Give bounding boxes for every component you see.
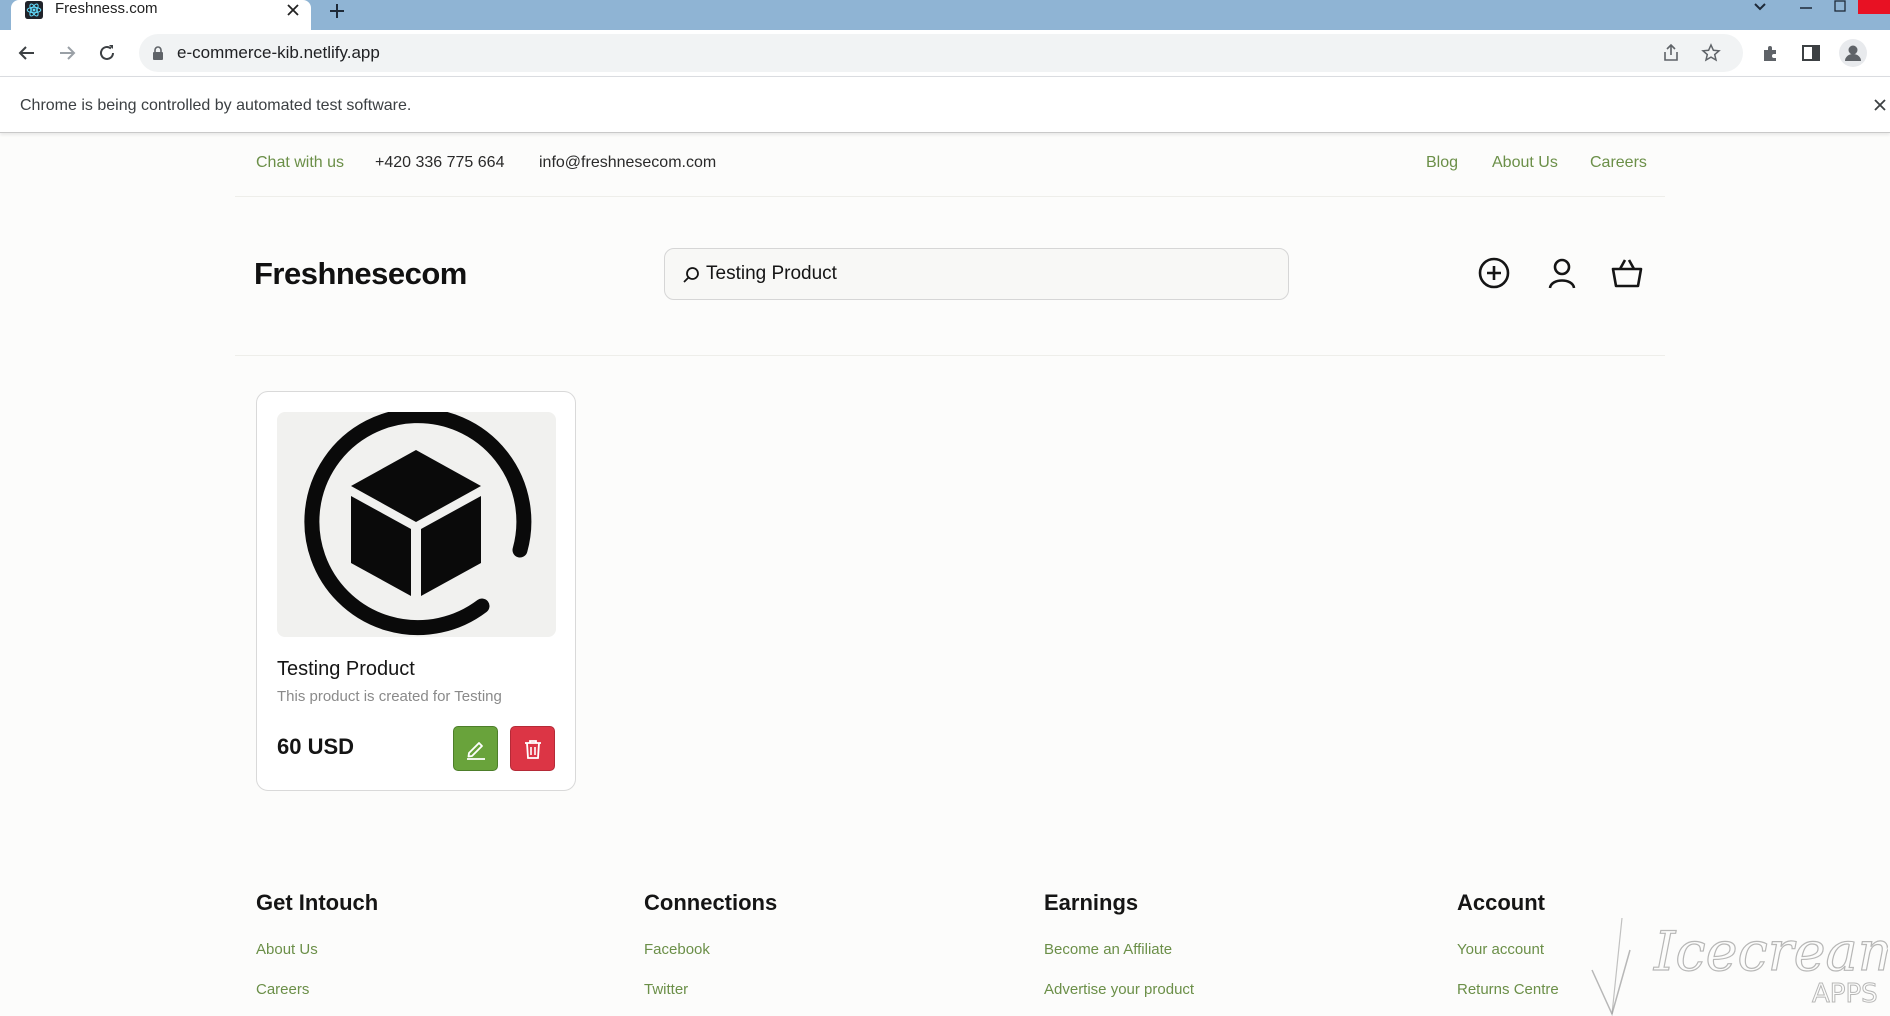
- infobar-close-icon[interactable]: [1872, 97, 1888, 113]
- browser-tab[interactable]: Freshness.com: [11, 0, 311, 30]
- new-tab-icon[interactable]: [327, 1, 347, 21]
- search-box[interactable]: [664, 248, 1289, 300]
- profile-avatar-icon[interactable]: [1838, 38, 1868, 68]
- bookmark-star-icon[interactable]: [1701, 43, 1721, 63]
- add-product-icon[interactable]: [1477, 256, 1511, 290]
- svg-text:Icecream: Icecream: [1653, 920, 1888, 983]
- automation-infobar: Chrome is being controlled by automated …: [0, 76, 1890, 133]
- chat-link[interactable]: Chat with us: [256, 133, 344, 193]
- email-address: info@freshnesecom.com: [539, 154, 717, 171]
- footer-column-earnings: Earnings: [1044, 888, 1138, 918]
- careers-link[interactable]: Careers: [1590, 133, 1647, 193]
- forward-arrow-icon[interactable]: [56, 42, 78, 64]
- product-price: 60 USD: [277, 734, 355, 759]
- footer-column-account: Account: [1457, 888, 1545, 918]
- product-card[interactable]: Testing Product This product is created …: [256, 391, 576, 791]
- divider: [235, 355, 1665, 356]
- shopping-basket-icon[interactable]: [1610, 256, 1644, 290]
- product-title[interactable]: Testing Product: [277, 658, 415, 681]
- footer-link-careers[interactable]: Careers: [256, 981, 309, 998]
- footer-column-get-intouch: Get Intouch: [256, 888, 378, 918]
- maximize-icon[interactable]: [1832, 0, 1848, 14]
- side-panel-icon[interactable]: [1800, 42, 1822, 64]
- svg-text:APPS: APPS: [1812, 979, 1878, 1009]
- back-arrow-icon[interactable]: [16, 42, 38, 64]
- footer-link-about-us[interactable]: About Us: [256, 941, 318, 958]
- edit-product-button[interactable]: [453, 726, 498, 771]
- product-image[interactable]: [277, 412, 556, 637]
- footer-heading: Connections: [644, 890, 778, 915]
- footer-link-your-account[interactable]: Your account: [1457, 941, 1544, 958]
- reload-icon[interactable]: [96, 42, 118, 64]
- package-box-icon: [304, 412, 532, 636]
- browser-tab-strip: Freshness.com: [0, 0, 1890, 30]
- footer-heading: Earnings: [1044, 890, 1139, 915]
- extensions-puzzle-icon[interactable]: [1760, 42, 1782, 64]
- minimize-icon[interactable]: [1798, 0, 1814, 14]
- icecream-apps-watermark-logo: Icecream APPS: [1591, 917, 1888, 1016]
- url-text[interactable]: e-commerce-kib.netlify.app: [177, 34, 380, 72]
- site-logo[interactable]: Freshnesecom: [254, 252, 467, 296]
- phone-number: +420 336 775 664: [375, 154, 505, 171]
- browser-toolbar: e-commerce-kib.netlify.app: [0, 30, 1890, 76]
- tab-search-chevron-icon[interactable]: [1752, 0, 1768, 14]
- address-bar[interactable]: e-commerce-kib.netlify.app: [139, 34, 1743, 72]
- react-favicon-icon: [25, 1, 43, 19]
- window-close-button[interactable]: [1858, 0, 1890, 14]
- footer-heading: Account: [1457, 890, 1545, 915]
- footer-link-become-affiliate[interactable]: Become an Affiliate: [1044, 941, 1172, 958]
- lock-icon[interactable]: [151, 45, 165, 61]
- footer-column-connections: Connections: [644, 888, 777, 918]
- footer-heading: Get Intouch: [256, 890, 379, 915]
- tab-title: Freshness.com: [55, 0, 158, 17]
- trash-icon: [525, 740, 541, 759]
- product-description: This product is created for Testing: [277, 688, 502, 705]
- infobar-message: Chrome is being controlled by automated …: [20, 97, 412, 114]
- footer-link-returns-centre[interactable]: Returns Centre: [1457, 981, 1559, 998]
- about-us-link[interactable]: About Us: [1492, 133, 1558, 193]
- top-info-bar: Chat with us +420 336 775 664 info@fresh…: [0, 133, 1890, 195]
- footer-link-facebook[interactable]: Facebook: [644, 941, 710, 958]
- footer-link-twitter[interactable]: Twitter: [644, 981, 688, 998]
- close-tab-icon[interactable]: [285, 2, 301, 18]
- search-icon: [683, 267, 699, 283]
- user-account-icon[interactable]: [1545, 256, 1579, 290]
- blog-link[interactable]: Blog: [1426, 133, 1458, 193]
- pencil-edit-icon: [467, 742, 485, 760]
- footer-link-advertise-product[interactable]: Advertise your product: [1044, 981, 1194, 998]
- divider: [235, 196, 1665, 197]
- search-input[interactable]: [706, 249, 1266, 299]
- delete-product-button[interactable]: [510, 726, 555, 771]
- share-icon[interactable]: [1661, 43, 1681, 63]
